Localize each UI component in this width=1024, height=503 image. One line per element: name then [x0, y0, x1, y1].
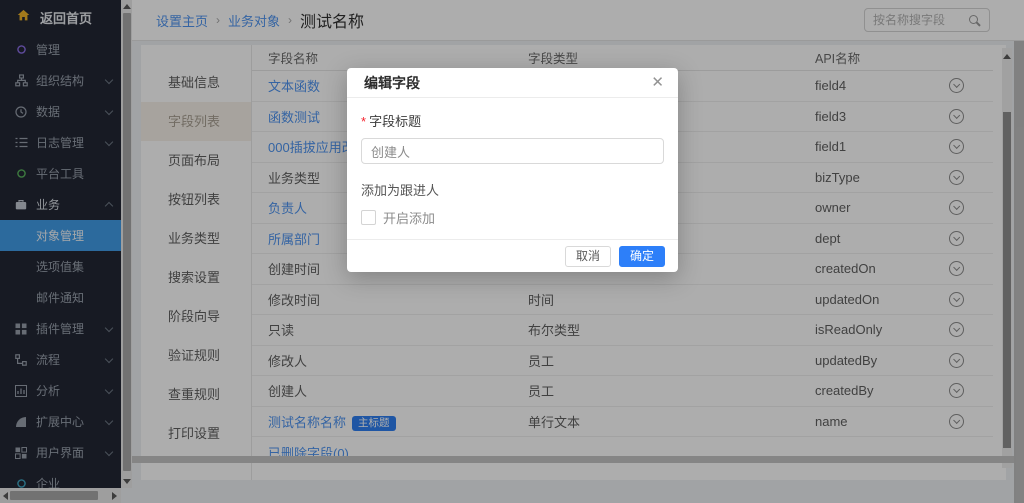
modal-footer: 取消 确定	[347, 239, 678, 272]
modal-body: *字段标题 添加为跟进人 开启添加	[347, 98, 678, 227]
cancel-button[interactable]: 取消	[565, 246, 611, 267]
enable-follow-checkbox[interactable]	[361, 210, 376, 225]
close-icon[interactable]: ✕	[651, 75, 664, 90]
field-title-input[interactable]	[361, 138, 664, 164]
edit-field-modal: 编辑字段 ✕ *字段标题 添加为跟进人 开启添加 取消 确定	[347, 68, 678, 272]
field-title-label: *字段标题	[361, 111, 664, 130]
app-window: 返回首页 管理组织结构数据日志管理平台工具业务对象管理选项值集邮件通知插件管理流…	[0, 0, 1024, 503]
enable-follow-label: 开启添加	[383, 208, 435, 227]
modal-title: 编辑字段	[364, 73, 420, 93]
confirm-button[interactable]: 确定	[619, 246, 665, 267]
modal-header: 编辑字段 ✕	[347, 68, 678, 98]
required-asterisk: *	[361, 114, 366, 129]
follow-section-label: 添加为跟进人	[361, 180, 664, 199]
